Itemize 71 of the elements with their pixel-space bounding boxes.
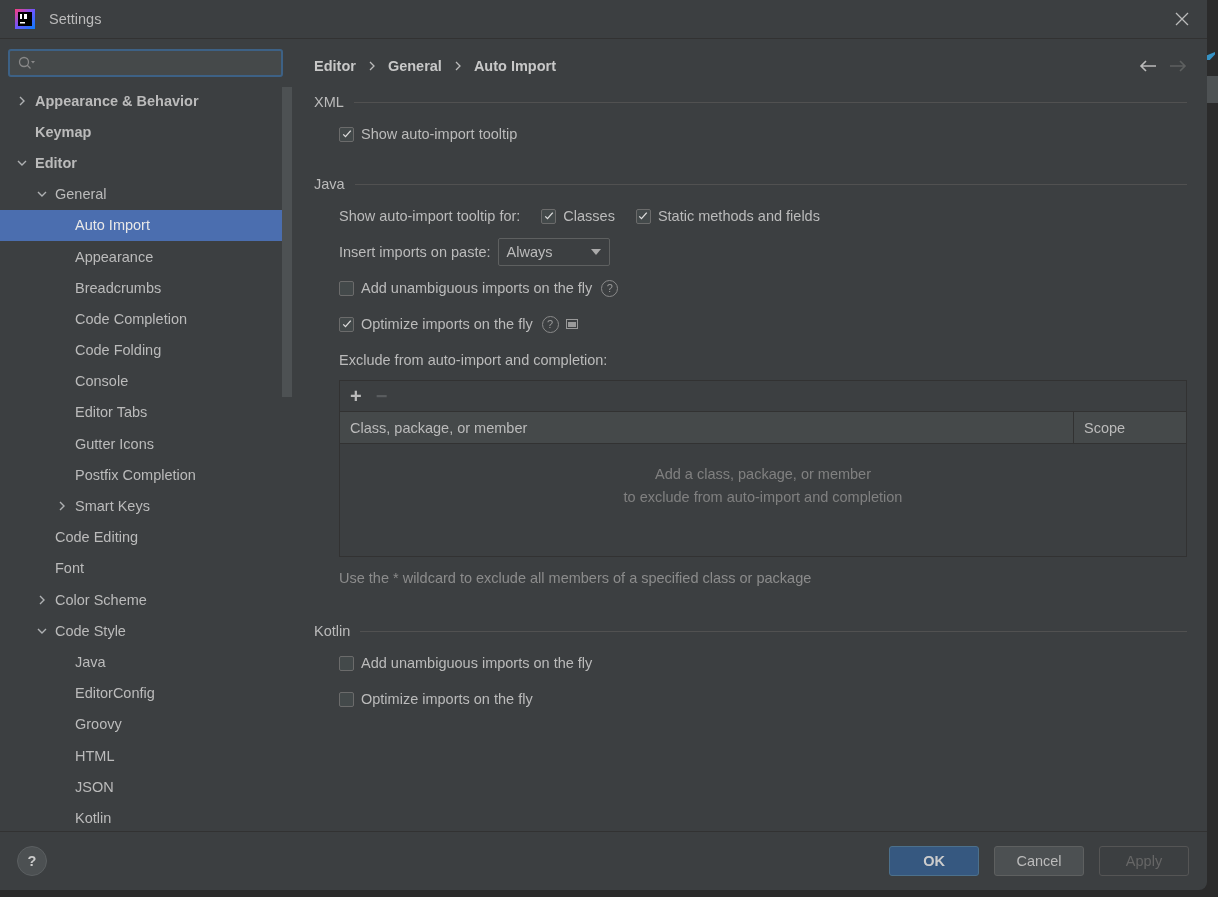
tree-item[interactable]: Code Folding (0, 334, 282, 366)
checkmark-icon (637, 210, 650, 222)
checkbox-label[interactable]: Optimize imports on the fly (361, 691, 533, 707)
tree-item[interactable]: EditorConfig (0, 677, 282, 709)
tree-item[interactable]: Kotlin (0, 802, 282, 831)
checkbox-label[interactable]: Static methods and fields (657, 208, 820, 224)
dropdown[interactable]: Always (497, 238, 610, 266)
checkbox-label[interactable]: Optimize imports on the fly (361, 316, 533, 332)
tree-item[interactable]: Breadcrumbs (0, 272, 282, 304)
checkbox[interactable] (635, 208, 651, 224)
breadcrumb[interactable]: Editor (314, 58, 356, 74)
column-header[interactable]: Scope (1074, 412, 1186, 443)
checkbox-label[interactable]: Add unambiguous imports on the fly (361, 655, 593, 671)
breadcrumb[interactable]: Auto Import (473, 58, 557, 74)
back-arrow-icon[interactable] (1139, 59, 1157, 73)
tree-item[interactable]: Code Completion (0, 303, 282, 335)
tree-item[interactable]: Java (0, 646, 282, 678)
checkbox[interactable] (339, 316, 354, 332)
toolbar-button[interactable]: + (350, 384, 362, 408)
section-title: Java (314, 176, 345, 192)
tree-item[interactable]: Appearance & Behavior (0, 85, 282, 117)
checkbox[interactable] (541, 208, 557, 224)
checkbox[interactable] (339, 655, 354, 671)
search-icon (18, 56, 36, 70)
dialog-button[interactable]: OK (889, 846, 979, 876)
field-label: Show auto-import tooltip for: (339, 208, 521, 224)
close-icon[interactable] (1175, 12, 1189, 26)
tree-item[interactable]: Code Editing (0, 521, 282, 553)
tree-item[interactable]: Groovy (0, 708, 282, 740)
breadcrumb[interactable]: General (387, 58, 442, 74)
tree-item[interactable]: Postfix Completion (0, 459, 282, 491)
chevron-right-icon (367, 61, 376, 71)
field-label: Insert imports on paste: (339, 244, 491, 260)
tree-item[interactable]: Console (0, 365, 282, 397)
checkbox[interactable] (339, 126, 354, 142)
tree-item[interactable]: Editor Tabs (0, 396, 282, 429)
tree-item[interactable]: Gutter Icons (0, 428, 282, 460)
checkbox-label[interactable]: Show auto-import tooltip (361, 126, 518, 142)
hint-text: Use the * wildcard to exclude all members of a specified class or package (339, 570, 812, 586)
checkmark-icon (340, 128, 353, 140)
checkbox[interactable] (339, 691, 354, 707)
tree-item[interactable]: Appearance (0, 240, 282, 273)
tree-item[interactable]: Font (0, 552, 282, 584)
search-field[interactable] (8, 49, 283, 77)
app-logo-icon (15, 9, 35, 29)
window-icon[interactable] (565, 319, 578, 329)
tree-item[interactable]: Auto Import (0, 209, 282, 241)
tree-item[interactable]: Editor (0, 147, 282, 179)
empty-text: to exclude from auto-import and completion (623, 488, 903, 505)
tree-item[interactable]: General (0, 178, 282, 210)
column-header[interactable]: Class, package, or member (340, 412, 1074, 443)
tree-item[interactable]: Code Style (0, 615, 282, 647)
dialog-button[interactable]: Cancel (994, 846, 1084, 876)
caret-icon (590, 249, 601, 255)
tree-item[interactable]: Color Scheme (0, 584, 282, 616)
tree-item[interactable]: HTML (0, 739, 282, 772)
checkbox[interactable] (339, 280, 354, 296)
tree-item[interactable]: Smart Keys (0, 490, 282, 522)
tree-item[interactable]: Keymap (0, 116, 282, 148)
field-label: Exclude from auto-import and completion: (339, 352, 608, 368)
checkmark-icon (340, 318, 353, 330)
empty-text: Add a class, package, or member (655, 465, 871, 482)
chevron-right-icon (453, 61, 462, 71)
section-title: XML (314, 94, 344, 110)
checkmark-icon (542, 210, 555, 222)
checkbox-label[interactable]: Classes (563, 208, 615, 224)
section-title: Kotlin (314, 623, 351, 639)
help-button[interactable]: ? (17, 846, 47, 876)
tree-item[interactable]: JSON (0, 771, 282, 803)
window-title: Settings (49, 11, 103, 27)
checkbox-label[interactable]: Add unambiguous imports on the fly (361, 280, 593, 296)
